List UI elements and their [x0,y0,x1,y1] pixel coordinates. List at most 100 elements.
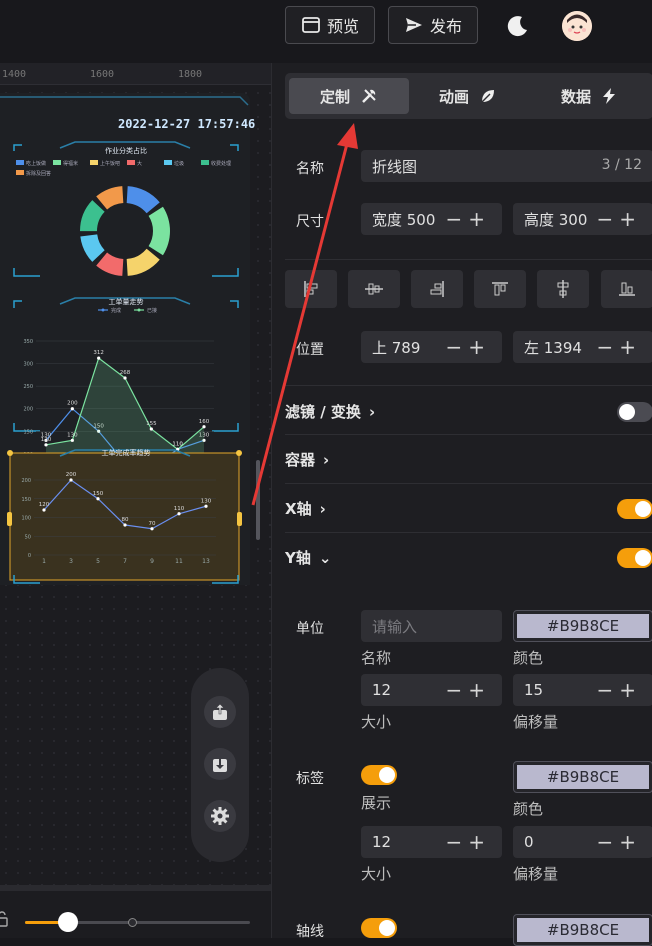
y-tick-label: 0 [28,553,31,559]
panel-tabs: 定制 动画 数据 [285,73,652,119]
legend-swatch [201,160,209,165]
data-label: 150 [93,491,104,497]
leaf-icon [481,90,494,103]
data-label: 110 [172,441,183,447]
section-xaxis[interactable]: X轴 › [285,498,326,519]
size-caption: 大小 [361,865,392,883]
tab-customize[interactable]: 定制 [289,78,409,114]
y-tick-label: 200 [21,478,31,484]
stepper-controls[interactable]: −+ [445,335,491,359]
moon-icon[interactable] [505,13,531,39]
align-vcenter-button[interactable] [537,270,589,308]
data-point [69,478,73,482]
name-input[interactable]: 折线图 3 / 12 [361,150,652,182]
x-tick-label: 5 [96,558,100,565]
stepper-controls[interactable]: −+ [596,678,642,702]
height-value: 高度 300 [524,210,588,229]
chart2-title: 工单量走势 [109,297,144,306]
axisline-label: 轴线 [296,924,324,940]
horizontal-ruler: 1400 1600 1800 [0,63,271,85]
publish-button[interactable]: 发布 [388,6,478,44]
section-container[interactable]: 容器 › [285,449,329,470]
align-hcenter-button[interactable] [348,270,400,308]
tick-offset-value: 0 [524,833,534,851]
stepper-controls[interactable]: −+ [596,207,642,231]
section-filter[interactable]: 滤镜 / 变换 › [285,401,375,422]
stepper-controls[interactable]: −+ [445,830,491,854]
stepper-controls[interactable]: −+ [445,678,491,702]
data-point [123,523,127,527]
section-label: 容器 [285,451,316,469]
y-tick-label: 350 [23,339,33,345]
tools-icon [362,89,376,103]
offset-stepper[interactable]: 15 −+ [513,674,652,706]
align-hcenter-icon [365,283,383,295]
data-label: 120 [41,437,52,443]
tab-data[interactable]: 数据 [530,78,648,114]
height-stepper[interactable]: 高度 300 −+ [513,203,652,235]
legend-label: 收费处理 [211,160,231,167]
top-stepper[interactable]: 上 789 −+ [361,331,502,363]
stepper-controls[interactable]: −+ [596,830,642,854]
dashboard-preview[interactable]: 作业分类占比 吃上饭做 得福米 上午饭吧 大 垃圾 收费处理 拆除及回答 工单量走势 完成 已… [0,93,250,585]
align-right-icon [430,281,444,297]
properties-panel: 定制 动画 数据 名称 折线图 3 / 12 尺寸 宽度 500 −+ 高度 30… [271,63,652,946]
align-top-button[interactable] [474,270,526,308]
width-stepper[interactable]: 宽度 500 −+ [361,203,502,235]
chevron-right-icon: › [368,402,376,421]
stepper-controls[interactable]: −+ [596,335,642,359]
settings-button[interactable] [204,800,236,832]
axisline-color-picker[interactable]: #B9B8CE [513,914,652,946]
align-left-button[interactable] [285,270,337,308]
unit-name-input[interactable]: 请输入 [361,610,502,642]
y-tick-label: 200 [23,407,33,413]
data-label: 70 [149,521,156,527]
legend-label: 垃圾 [174,160,184,167]
data-label: 120 [39,502,50,508]
unit-color-picker[interactable]: #B9B8CE [513,610,652,642]
tick-size-value: 12 [372,833,392,851]
yaxis-toggle[interactable] [617,548,652,568]
ruler-tick: 1600 [90,69,115,80]
vertical-scrollbar[interactable] [256,460,260,540]
data-label: 130 [201,498,212,504]
zoom-slider-knob[interactable] [58,912,78,932]
axisline-toggle[interactable] [361,918,397,938]
chart1-title: 作业分类占比 [105,146,147,155]
size-label: 尺寸 [296,214,324,230]
filter-toggle[interactable] [617,402,652,422]
left-stepper[interactable]: 左 1394 −+ [513,331,652,363]
tick-size-stepper[interactable]: 12 −+ [361,826,502,858]
export-button[interactable] [204,696,236,728]
import-button[interactable] [204,748,236,780]
lightning-icon [603,88,615,104]
color-caption: 颜色 [513,649,544,667]
tick-offset-stepper[interactable]: 0 −+ [513,826,652,858]
divider [285,483,652,484]
size-caption: 大小 [361,713,392,731]
donut-slice [96,252,124,276]
send-icon [405,18,422,32]
preview-button[interactable]: 预览 [285,6,375,44]
avatar[interactable] [562,11,592,41]
data-label: 200 [66,472,77,478]
unit-color-value: #B9B8CE [517,614,649,638]
align-bottom-button[interactable] [601,270,652,308]
tick-color-picker[interactable]: #B9B8CE [513,761,652,793]
data-label: 155 [146,421,157,427]
y-tick-label: 100 [21,516,31,522]
x-tick-label: 13 [202,558,210,565]
donut-slice [96,186,124,210]
tab-animation[interactable]: 动画 [413,78,523,114]
font-size-stepper[interactable]: 12 −+ [361,674,502,706]
stepper-controls[interactable]: −+ [445,207,491,231]
section-yaxis[interactable]: Y轴 ⌄ [285,547,331,568]
legend-label: 吃上饭做 [26,160,46,167]
xaxis-toggle[interactable] [617,499,652,519]
tick-show-toggle[interactable] [361,765,397,785]
lock-icon[interactable] [0,911,8,927]
align-right-button[interactable] [411,270,463,308]
legend-swatch [127,160,135,165]
position-label: 位置 [296,342,324,358]
zoom-bar [0,885,271,938]
